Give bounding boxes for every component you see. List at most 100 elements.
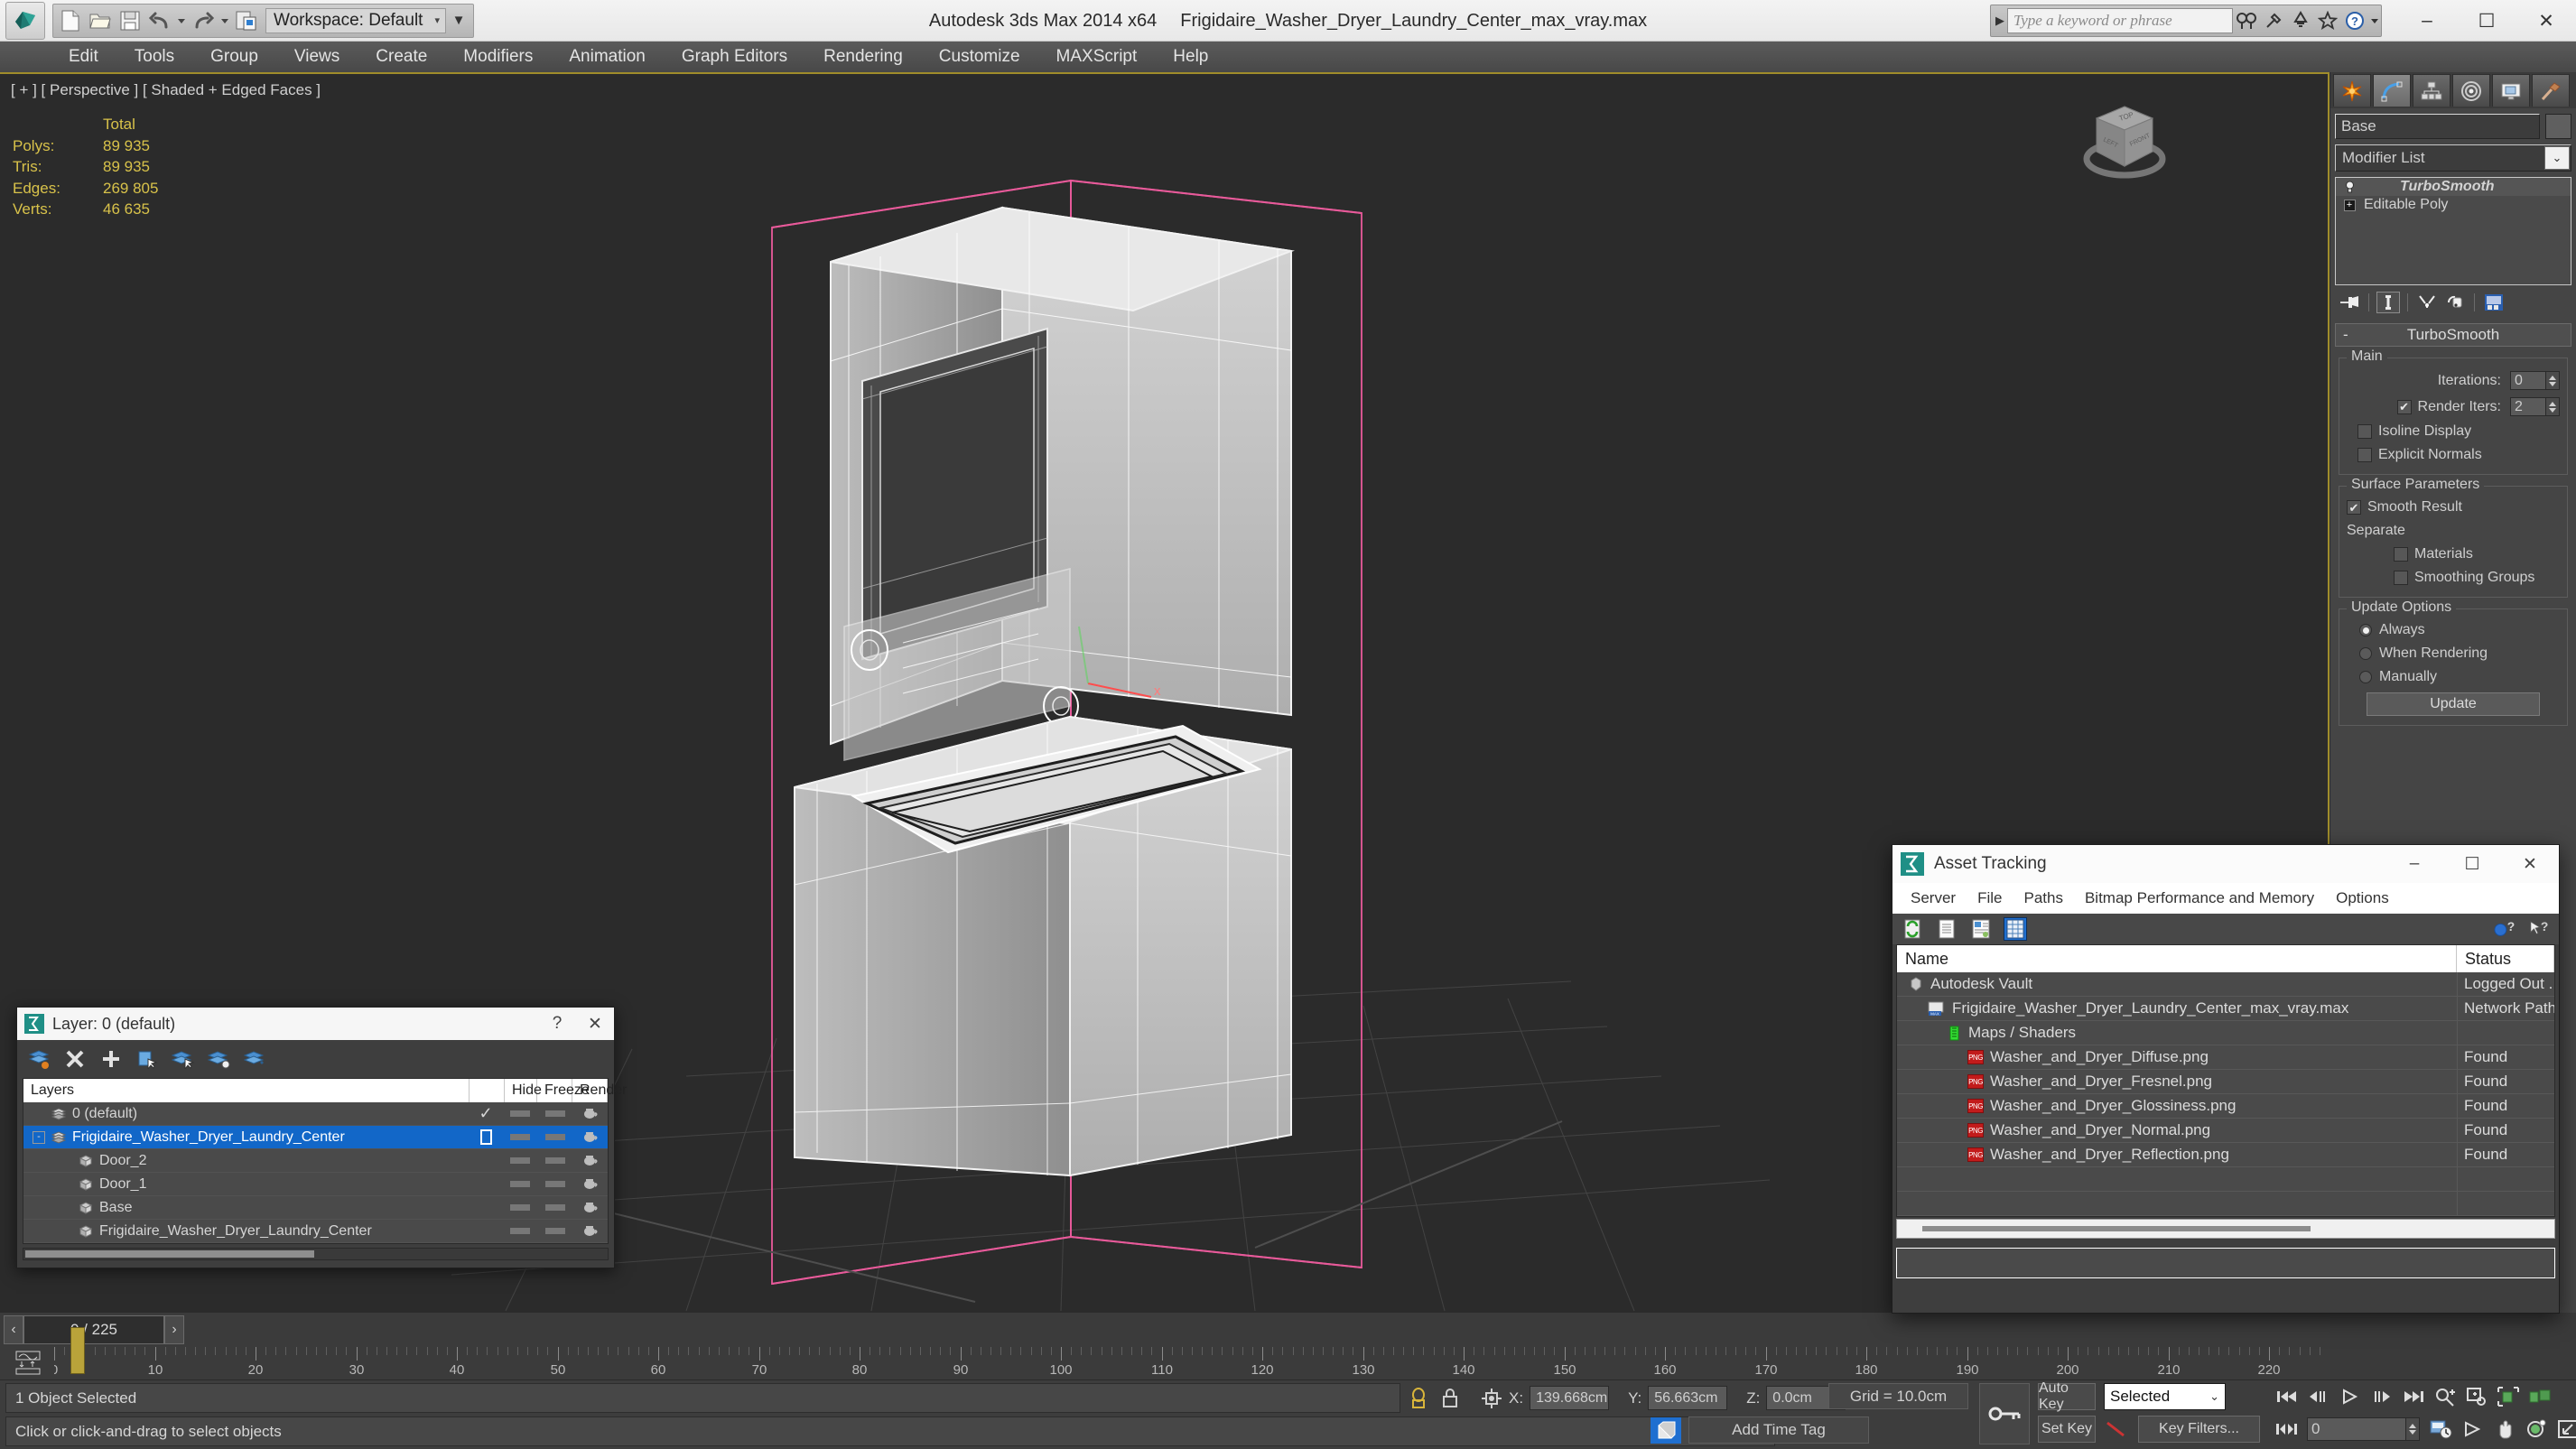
expand-icon[interactable]: + <box>2343 199 2356 211</box>
layer-column-header[interactable] <box>470 1079 505 1102</box>
asset-row[interactable]: PNG Washer_and_Dryer_Normal.png Found <box>1897 1119 2554 1143</box>
communication-center-icon[interactable] <box>2287 7 2314 34</box>
menu-item-group[interactable]: Group <box>192 43 276 70</box>
iterations-spinner[interactable]: 0 <box>2510 371 2560 390</box>
hide-cell[interactable] <box>502 1228 537 1234</box>
set-key-mode-icon[interactable] <box>1979 1383 2030 1444</box>
help-dropdown-icon[interactable] <box>2368 7 2381 34</box>
workspace-dropdown-icon[interactable]: ▼ <box>447 8 470 33</box>
render-iters-checkbox[interactable]: ✔ <box>2396 399 2412 414</box>
current-frame-spinner[interactable]: 0 <box>2307 1417 2420 1441</box>
chevron-down-icon[interactable]: ⌄ <box>2209 1389 2219 1404</box>
search-input[interactable]: Type a keyword or phrase <box>2007 8 2233 33</box>
render-cell[interactable] <box>572 1107 608 1120</box>
menu-item-help[interactable]: Help <box>1155 43 1226 70</box>
layer-properties-icon[interactable] <box>243 1046 268 1072</box>
asset-row[interactable]: PNG Washer_and_Dryer_Glossiness.png Found <box>1897 1094 2554 1119</box>
zoom-extents-icon[interactable] <box>2497 1385 2520 1408</box>
freeze-cell[interactable] <box>537 1157 572 1164</box>
smoothing-groups-checkbox[interactable] <box>2394 571 2408 585</box>
zoom-tool-icon[interactable] <box>2433 1385 2457 1408</box>
layer-row[interactable]: Door_2 <box>23 1149 608 1173</box>
rollout-toggle-icon[interactable]: - <box>2343 326 2348 344</box>
asset-name-cell[interactable] <box>1897 1192 2457 1215</box>
asset-row[interactable]: MAX Frigidaire_Washer_Dryer_Laundry_Cente… <box>1897 997 2554 1021</box>
select-highlighted-objects-icon[interactable] <box>171 1046 196 1072</box>
freeze-cell[interactable] <box>537 1204 572 1211</box>
update-option-when-rendering[interactable]: When Rendering <box>2359 646 2560 662</box>
asset-tracking-titlebar[interactable]: Asset Tracking – ☐ ✕ <box>1892 845 2559 883</box>
detail-view-icon[interactable] <box>1970 918 1992 940</box>
menu-item-maxscript[interactable]: MAXScript <box>1038 43 1156 70</box>
infocenter-expand-icon[interactable]: ▶ <box>1993 14 2007 28</box>
asset-name-cell[interactable]: Maps / Shaders <box>1897 1021 2457 1045</box>
layer-column-header[interactable]: Layers <box>23 1079 470 1102</box>
asset-menu-item-options[interactable]: Options <box>2325 887 2400 910</box>
chevron-down-icon[interactable]: ⌄ <box>2544 146 2570 170</box>
iterations-field[interactable]: 0 <box>2510 371 2546 390</box>
help-icon[interactable]: ? <box>2341 7 2368 34</box>
key-filters-button[interactable]: Key Filters... <box>2138 1416 2260 1443</box>
go-to-start-icon[interactable] <box>2275 1385 2299 1408</box>
set-key-button[interactable]: Set Key <box>2038 1416 2096 1443</box>
delete-layer-icon[interactable] <box>62 1046 88 1072</box>
undo-dropdown-icon[interactable] <box>175 6 188 35</box>
key-mode-toggle-icon[interactable] <box>2275 1417 2299 1441</box>
pan-hand-icon[interactable] <box>2493 1417 2516 1441</box>
next-frame-icon[interactable] <box>2370 1385 2394 1408</box>
time-slider-thumb[interactable] <box>70 1327 85 1374</box>
modifier-stack[interactable]: TurboSmooth + Editable Poly <box>2335 177 2571 285</box>
close-button[interactable]: ✕ <box>2516 0 2576 42</box>
undo-icon[interactable] <box>145 6 174 35</box>
layer-column-header[interactable]: Hide <box>505 1079 542 1102</box>
menu-item-edit[interactable]: Edit <box>51 43 116 70</box>
pan-view-play-icon[interactable] <box>2461 1417 2485 1441</box>
render-iters-field[interactable]: 2 <box>2510 397 2546 416</box>
previous-frame-button[interactable]: ‹ <box>4 1315 23 1344</box>
help-globe-icon[interactable]: ? <box>2494 918 2516 940</box>
show-end-result-icon[interactable] <box>2376 292 2400 313</box>
scrollbar-thumb[interactable] <box>25 1250 314 1258</box>
previous-frame-icon[interactable] <box>2307 1385 2330 1408</box>
auto-key-button[interactable]: Auto Key <box>2038 1380 2096 1412</box>
render-cell[interactable] <box>572 1130 608 1144</box>
asset-column-header[interactable]: Status <box>2457 945 2554 972</box>
asset-row[interactable]: PNG Washer_and_Dryer_Reflection.png Found <box>1897 1143 2554 1167</box>
asset-list[interactable]: Name Status Autodesk Vault Logged Out . MAX… <box>1896 944 2555 1217</box>
asset-name-cell[interactable]: PNG Washer_and_Dryer_Glossiness.png <box>1897 1094 2457 1118</box>
asset-name-cell[interactable]: Autodesk Vault <box>1897 972 2457 996</box>
asset-row[interactable]: Autodesk Vault Logged Out . <box>1897 972 2554 997</box>
time-configuration-icon[interactable] <box>2430 1417 2453 1441</box>
asset-tracking-minimize-button[interactable]: – <box>2385 845 2443 883</box>
materials-checkbox[interactable] <box>2394 547 2408 562</box>
layer-dialog-close-button[interactable]: ✕ <box>576 1008 614 1040</box>
object-color-swatch[interactable] <box>2545 114 2571 139</box>
layer-row[interactable]: - Frigidaire_Washer_Dryer_Laundry_Center <box>23 1126 608 1149</box>
project-folder-icon[interactable] <box>232 6 261 35</box>
make-unique-icon[interactable] <box>2415 292 2439 313</box>
asset-list-hscrollbar[interactable] <box>1896 1219 2555 1239</box>
render-cell[interactable] <box>572 1177 608 1191</box>
layer-column-header[interactable]: Render <box>572 1079 627 1102</box>
layer-column-header[interactable]: Freeze <box>537 1079 590 1102</box>
render-cell[interactable] <box>572 1154 608 1167</box>
set-key-indicator-icon[interactable] <box>2106 1420 2131 1438</box>
current-frame-spin-arrows[interactable] <box>2406 1417 2420 1441</box>
play-animation-icon[interactable] <box>2339 1385 2362 1408</box>
menu-item-create[interactable]: Create <box>358 43 445 70</box>
iterations-spin-arrows[interactable] <box>2546 371 2560 390</box>
next-frame-button[interactable]: › <box>164 1315 184 1344</box>
isoline-display-checkbox[interactable] <box>2357 424 2372 439</box>
asset-menu-item-paths[interactable]: Paths <box>2013 887 2073 910</box>
freeze-cell[interactable] <box>537 1181 572 1187</box>
current-layer-cell[interactable]: ✓ <box>470 1104 502 1123</box>
configure-modifier-sets-icon[interactable] <box>2482 292 2506 313</box>
refresh-icon[interactable] <box>1902 918 1923 940</box>
modifier-stack-item[interactable]: + Editable Poly <box>2336 196 2571 214</box>
hide-cell[interactable] <box>502 1110 537 1117</box>
list-view-icon[interactable] <box>1936 918 1958 940</box>
minimize-button[interactable]: – <box>2397 0 2457 42</box>
hide-cell[interactable] <box>502 1134 537 1140</box>
layer-list-hscrollbar[interactable] <box>23 1248 609 1260</box>
select-objects-in-layer-icon[interactable] <box>135 1046 160 1072</box>
